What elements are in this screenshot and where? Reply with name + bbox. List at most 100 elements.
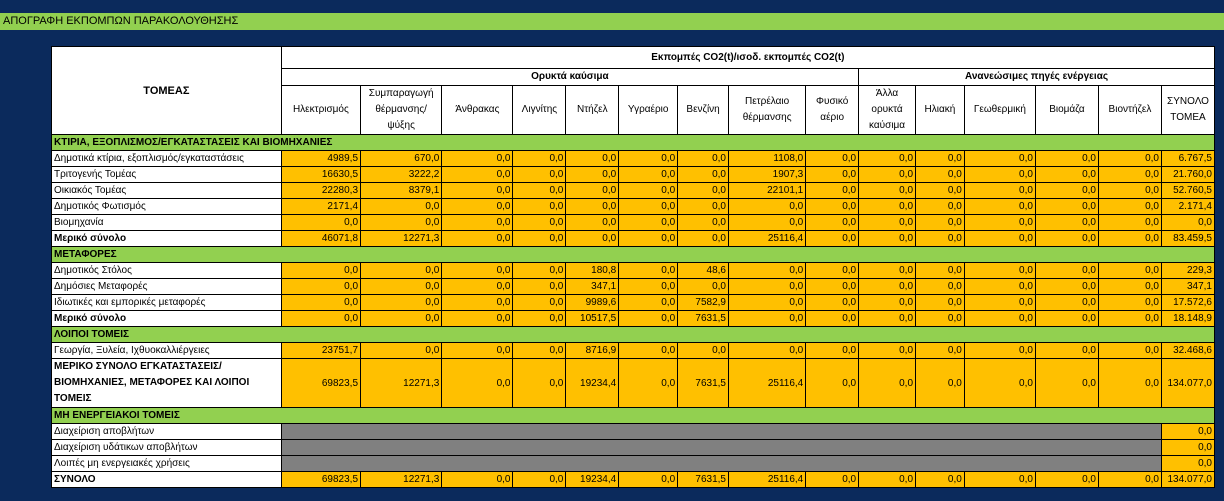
row-label[interactable]: Δημοτικός Στόλος [51, 262, 282, 279]
row-label[interactable]: Δημόσιες Μεταφορές [51, 278, 282, 295]
value-cell[interactable]: 0,0 [1034, 310, 1099, 327]
value-cell[interactable]: 0,0 [512, 342, 567, 359]
value-cell[interactable]: 0,0 [1034, 262, 1099, 279]
value-cell[interactable]: 0,0 [565, 198, 620, 215]
value-cell[interactable]: 0,0 [1097, 471, 1162, 488]
value-cell[interactable]: 0,0 [1034, 278, 1099, 295]
value-cell[interactable]: 22280,3 [280, 182, 362, 199]
value-cell[interactable]: 0,0 [1034, 294, 1099, 311]
value-cell[interactable]: 0,0 [915, 230, 965, 247]
value-cell[interactable]: 0,0 [360, 262, 443, 279]
value-cell[interactable]: 0,0 [618, 198, 679, 215]
value-cell[interactable]: 7631,5 [677, 310, 729, 327]
value-cell[interactable]: 0,0 [512, 166, 567, 183]
value-cell[interactable]: 0,0 [677, 166, 729, 183]
value-cell[interactable]: 12271,3 [360, 471, 443, 488]
value-cell[interactable]: 0,0 [441, 342, 514, 359]
value-cell[interactable]: 0,0 [441, 166, 514, 183]
value-cell[interactable]: 0,0 [441, 471, 514, 488]
row-label[interactable]: ΜΕΡΙΚΟ ΣΥΝΟΛΟ ΕΓΚΑΤΑΣΤΑΣΕΙΣ/ΒΙΟΜΗΧΑΝΙΕΣ,… [51, 358, 282, 408]
sector-total-cell[interactable]: 83.459,5 [1160, 230, 1216, 247]
value-cell[interactable]: 4989,5 [280, 150, 362, 167]
value-cell[interactable]: 0,0 [963, 150, 1036, 167]
value-cell[interactable]: 0,0 [565, 182, 620, 199]
value-cell[interactable]: 0,0 [512, 214, 567, 231]
row-label[interactable]: Τριτογενής Τομέας [51, 166, 282, 183]
value-cell[interactable]: 0,0 [915, 182, 965, 199]
value-cell[interactable]: 0,0 [915, 198, 965, 215]
sector-total-cell[interactable]: 229,3 [1160, 262, 1216, 279]
row-label[interactable]: Διαχείριση υδάτικων αποβλήτων [51, 439, 282, 456]
value-cell[interactable]: 0,0 [360, 198, 443, 215]
value-cell[interactable]: 22101,1 [727, 182, 807, 199]
value-cell[interactable]: 10517,5 [565, 310, 620, 327]
value-cell[interactable]: 0,0 [1097, 166, 1162, 183]
value-cell[interactable]: 8379,1 [360, 182, 443, 199]
sector-total-cell[interactable]: 0,0 [1160, 214, 1216, 231]
value-cell[interactable]: 0,0 [963, 182, 1036, 199]
value-cell[interactable]: 0,0 [618, 278, 679, 295]
value-cell[interactable]: 0,0 [441, 214, 514, 231]
value-cell[interactable]: 0,0 [858, 471, 917, 488]
value-cell[interactable]: 0,0 [805, 198, 860, 215]
value-cell[interactable]: 69823,5 [280, 358, 362, 408]
value-cell[interactable]: 0,0 [512, 262, 567, 279]
value-cell[interactable]: 0,0 [858, 278, 917, 295]
row-label[interactable]: Διαχείριση αποβλήτων [51, 423, 282, 440]
value-cell[interactable]: 0,0 [915, 278, 965, 295]
value-cell[interactable]: 0,0 [1097, 198, 1162, 215]
value-cell[interactable]: 0,0 [963, 471, 1036, 488]
value-cell[interactable]: 0,0 [915, 342, 965, 359]
value-cell[interactable]: 0,0 [360, 214, 443, 231]
sector-total-cell[interactable]: 0,0 [1160, 439, 1216, 456]
value-cell[interactable]: 0,0 [360, 342, 443, 359]
value-cell[interactable]: 7582,9 [677, 294, 729, 311]
value-cell[interactable]: 0,0 [1034, 471, 1099, 488]
value-cell[interactable]: 0,0 [512, 278, 567, 295]
value-cell[interactable]: 0,0 [512, 230, 567, 247]
value-cell[interactable]: 0,0 [858, 198, 917, 215]
value-cell[interactable]: 3222,2 [360, 166, 443, 183]
value-cell[interactable]: 0,0 [805, 150, 860, 167]
value-cell[interactable]: 0,0 [915, 471, 965, 488]
value-cell[interactable]: 0,0 [805, 262, 860, 279]
value-cell[interactable]: 46071,8 [280, 230, 362, 247]
row-label[interactable]: Βιομηχανία [51, 214, 282, 231]
value-cell[interactable]: 0,0 [441, 358, 514, 408]
value-cell[interactable]: 0,0 [1097, 310, 1162, 327]
row-label[interactable]: Δημοτικός Φωτισμός [51, 198, 282, 215]
value-cell[interactable]: 0,0 [565, 214, 620, 231]
sector-total-cell[interactable]: 17.572,6 [1160, 294, 1216, 311]
value-cell[interactable]: 16630,5 [280, 166, 362, 183]
value-cell[interactable]: 25116,4 [727, 471, 807, 488]
value-cell[interactable]: 0,0 [441, 150, 514, 167]
value-cell[interactable]: 0,0 [963, 294, 1036, 311]
value-cell[interactable]: 19234,4 [565, 471, 620, 488]
value-cell[interactable]: 0,0 [963, 198, 1036, 215]
value-cell[interactable]: 0,0 [618, 150, 679, 167]
value-cell[interactable]: 347,1 [565, 278, 620, 295]
value-cell[interactable]: 0,0 [677, 182, 729, 199]
row-label[interactable]: Μερικό σύνολο [51, 310, 282, 327]
value-cell[interactable]: 0,0 [1097, 182, 1162, 199]
value-cell[interactable]: 0,0 [1034, 150, 1099, 167]
value-cell[interactable]: 0,0 [280, 310, 362, 327]
sector-total-cell[interactable]: 0,0 [1160, 423, 1216, 440]
value-cell[interactable]: 0,0 [805, 278, 860, 295]
value-cell[interactable]: 0,0 [441, 294, 514, 311]
value-cell[interactable]: 0,0 [1034, 214, 1099, 231]
value-cell[interactable]: 0,0 [677, 198, 729, 215]
value-cell[interactable]: 0,0 [677, 214, 729, 231]
sector-total-cell[interactable]: 32.468,6 [1160, 342, 1216, 359]
value-cell[interactable]: 0,0 [1097, 358, 1162, 408]
value-cell[interactable]: 0,0 [915, 358, 965, 408]
value-cell[interactable]: 0,0 [1097, 230, 1162, 247]
value-cell[interactable]: 25116,4 [727, 230, 807, 247]
value-cell[interactable]: 0,0 [963, 262, 1036, 279]
value-cell[interactable]: 0,0 [805, 310, 860, 327]
value-cell[interactable]: 0,0 [618, 262, 679, 279]
value-cell[interactable]: 0,0 [512, 471, 567, 488]
value-cell[interactable]: 7631,5 [677, 471, 729, 488]
value-cell[interactable]: 0,0 [915, 214, 965, 231]
value-cell[interactable]: 0,0 [1097, 278, 1162, 295]
